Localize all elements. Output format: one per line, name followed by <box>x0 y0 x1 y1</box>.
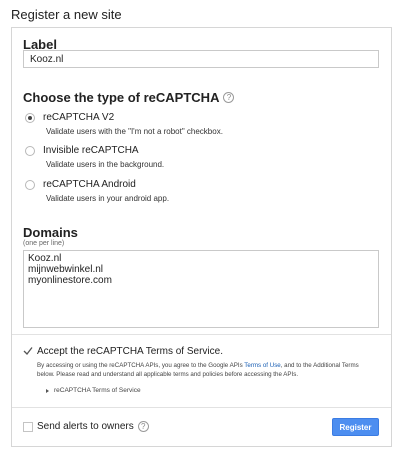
terms-text-before: By accessing or using the reCAPTCHA APIs… <box>37 362 245 369</box>
send-alerts-checkbox[interactable] <box>23 422 33 432</box>
label-input[interactable] <box>23 50 379 68</box>
checkmark-icon <box>23 347 33 355</box>
terms-expander[interactable]: reCAPTCHA Terms of Service <box>46 387 141 394</box>
radio-option-description: Validate users in the background. <box>46 160 165 169</box>
accept-terms-label[interactable]: Accept the reCAPTCHA Terms of Service. <box>37 346 223 357</box>
page-title: Register a new site <box>11 7 122 22</box>
send-alerts-field: Send alerts to owners ? <box>37 421 149 432</box>
recaptcha-type-heading-text: Choose the type of reCAPTCHA <box>23 90 220 105</box>
help-icon[interactable]: ? <box>137 421 149 432</box>
help-icon[interactable]: ? <box>223 92 235 103</box>
radio-button[interactable] <box>25 146 35 156</box>
recaptcha-type-heading: Choose the type of reCAPTCHA ? <box>23 90 235 105</box>
send-alerts-label[interactable]: Send alerts to owners <box>37 421 134 432</box>
terms-expander-label: reCAPTCHA Terms of Service <box>54 387 141 394</box>
radio-button-selected[interactable] <box>25 113 35 123</box>
radio-option-description: Validate users in your android app. <box>46 194 170 203</box>
radio-button[interactable] <box>25 180 35 190</box>
registration-panel: Label Choose the type of reCAPTCHA ? reC… <box>11 27 392 447</box>
domains-subheading: (one per line) <box>23 240 65 247</box>
terms-text: By accessing or using the reCAPTCHA APIs… <box>37 362 367 379</box>
domains-heading: Domains <box>23 225 78 240</box>
accept-terms-checkbox[interactable] <box>23 346 33 356</box>
radio-option-title: Invisible reCAPTCHA <box>43 145 139 156</box>
domains-textarea[interactable]: Kooz.nl mijnwebwinkel.nl myonlinestore.c… <box>23 250 379 328</box>
radio-option-description: Validate users with the "I'm not a robot… <box>46 127 223 136</box>
triangle-right-icon <box>46 388 49 393</box>
divider <box>12 334 391 335</box>
divider <box>12 407 391 408</box>
radio-option-title: reCAPTCHA Android <box>43 179 136 190</box>
radio-option-title: reCAPTCHA V2 <box>43 112 115 123</box>
terms-of-use-link[interactable]: Terms of Use <box>244 362 280 369</box>
register-button[interactable]: Register <box>332 418 379 436</box>
